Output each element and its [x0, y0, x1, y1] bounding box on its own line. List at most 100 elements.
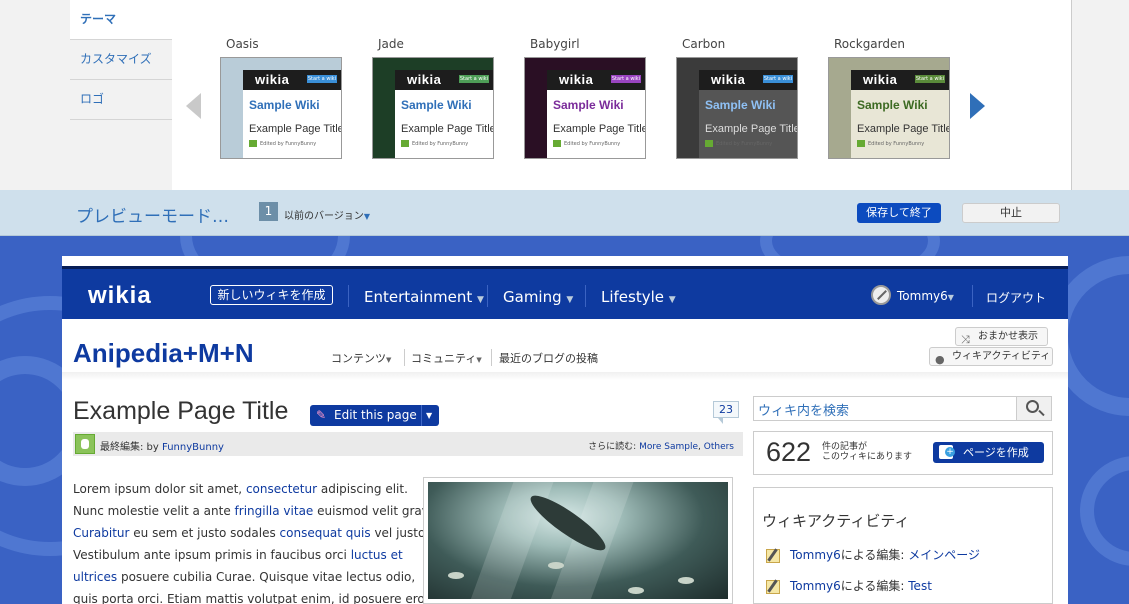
local-nav-community[interactable]: コミュニティ▼: [411, 350, 482, 366]
global-navigation: wikia 新しいウィキを作成 Entertainment ▼ Gaming ▼…: [62, 266, 1068, 319]
local-nav-recent-blog-posts[interactable]: 最近のブログの投稿: [499, 350, 598, 366]
local-nav-divider: [491, 349, 492, 366]
add-page-label: ページを作成: [963, 446, 1029, 459]
thumb-edited-by: Edited by FunnyBunny: [553, 140, 620, 147]
next-themes-arrow-icon[interactable]: [970, 93, 985, 119]
preview-mode-label: プレビューモード…: [76, 207, 229, 227]
chevron-down-icon: ▼: [476, 356, 482, 364]
add-page-button[interactable]: ページを作成: [933, 442, 1044, 463]
see-more-link[interactable]: Others: [704, 442, 734, 452]
theme-option[interactable]: Rockgarden wikia Start a wiki Sample Wiki Ex…: [828, 37, 952, 159]
article-count: 622: [766, 437, 812, 467]
theme-name: Jade: [378, 37, 404, 51]
wiki-activity-button[interactable]: ● ウィキアクティビティ: [929, 347, 1053, 366]
wiki-activity-module: ウィキアクティビティ Tommy6による編集: メインページ Tommy6による…: [753, 487, 1053, 604]
hub-entertainment[interactable]: Entertainment ▼: [364, 288, 484, 306]
body-link[interactable]: ultrices: [73, 570, 117, 584]
wiki-search-input[interactable]: ウィキ内を検索: [753, 396, 1017, 421]
thumb-edited-by: Edited by FunnyBunny: [401, 140, 468, 147]
hub-gaming[interactable]: Gaming ▼: [503, 288, 573, 306]
theme-thumbnail[interactable]: wikia Start a wiki Sample Wiki Example Page…: [372, 57, 494, 159]
panel-gutter-left: [0, 0, 70, 190]
chevron-down-icon: ▼: [386, 356, 392, 364]
last-editor-link[interactable]: FunnyBunny: [162, 442, 224, 453]
see-more-links: さらに読む: More Sample, Others: [588, 439, 734, 452]
body-line: Vestibulum ante ipsum primis in faucibus…: [73, 544, 413, 566]
search-icon: [1026, 400, 1039, 413]
article-count-caption: 件の記事が このウィキにあります: [822, 442, 912, 462]
theme-option[interactable]: Oasis wikia Start a wiki Sample Wiki Example…: [220, 37, 344, 159]
see-more-separator: ,: [698, 442, 701, 452]
body-text: quis porta orci. Etiam mattis volutpat e…: [73, 592, 431, 604]
article-count-line2: このウィキにあります: [822, 452, 913, 462]
thumb-edited-by-label: Edited by FunnyBunny: [564, 141, 621, 147]
wiki-header-divider: [62, 372, 1068, 380]
page-title: Example Page Title: [73, 397, 289, 425]
body-line: Curabitur eu sem et justo sodales conseq…: [73, 522, 429, 544]
theme-option[interactable]: Babygirl wikia Start a wiki Sample Wiki Exam…: [524, 37, 648, 159]
body-text: eu sem et justo sodales: [129, 526, 280, 540]
last-edit-prefix: 最終編集: by: [100, 442, 159, 453]
body-link[interactable]: consectetur: [246, 482, 317, 496]
tab-logo[interactable]: ロゴ: [70, 80, 172, 120]
local-nav-community-label: コミュニティ: [411, 352, 477, 365]
theme-thumbnail[interactable]: wikia Start a wiki Sample Wiki Example Page…: [828, 57, 950, 159]
hub-lifestyle-label: Lifestyle: [601, 288, 665, 306]
create-new-wiki-button[interactable]: 新しいウィキを作成: [210, 285, 333, 305]
theme-thumbnail[interactable]: wikia Start a wiki Sample Wiki Example Page…: [220, 57, 342, 159]
thumb-avatar-icon: [553, 140, 561, 147]
wiki-name[interactable]: Anipedia+M+N: [73, 338, 254, 369]
theme-thumbnail[interactable]: wikia Start a wiki Sample Wiki Example Page…: [676, 57, 798, 159]
editor-avatar[interactable]: [75, 434, 95, 454]
see-more-link[interactable]: More Sample: [639, 442, 698, 452]
body-link[interactable]: fringilla vitae: [235, 504, 314, 518]
wikia-logo[interactable]: wikia: [88, 282, 152, 310]
thumb-start-wiki-button: Start a wiki: [763, 75, 793, 83]
thumb-start-wiki-button: Start a wiki: [611, 75, 641, 83]
edit-this-page-button[interactable]: ✎ Edit this page ▼: [310, 405, 439, 426]
thumb-avatar-icon: [401, 140, 409, 147]
cancel-button[interactable]: 中止: [962, 203, 1060, 223]
theme-thumbnail[interactable]: wikia Start a wiki Sample Wiki Example Page…: [524, 57, 646, 159]
theme-option[interactable]: Jade wikia Start a wiki Sample Wiki Example …: [372, 37, 496, 159]
user-avatar[interactable]: [871, 285, 891, 305]
body-link[interactable]: consequat quis: [280, 526, 371, 540]
thumb-wiki-name: Sample Wiki: [249, 98, 320, 112]
local-nav-contents[interactable]: コンテンツ▼: [331, 350, 391, 366]
body-link[interactable]: Curabitur: [73, 526, 129, 540]
body-link[interactable]: luctus et: [351, 548, 403, 562]
theme-designer-panel: テーマ カスタマイズ ロゴ Oasis wikia Start a wiki Samp…: [0, 0, 1129, 190]
activity-user-link[interactable]: Tommy6: [790, 548, 841, 562]
activity-item: Tommy6による編集: Test: [766, 577, 932, 594]
thumb-page-title: Example Page Title: [553, 123, 646, 135]
body-line: ultrices posuere cubilia Curae. Quisque …: [73, 566, 416, 588]
last-edited-by: 最終編集: by FunnyBunny: [100, 438, 224, 453]
save-and-exit-button[interactable]: 保存して終了: [857, 203, 941, 223]
activity-user-link[interactable]: Tommy6: [790, 579, 841, 593]
theme-option[interactable]: Carbon wikia Start a wiki Sample Wiki Exampl…: [676, 37, 800, 159]
tab-customize[interactable]: カスタマイズ: [70, 40, 172, 80]
logout-link[interactable]: ログアウト: [986, 289, 1046, 306]
edit-icon: [766, 548, 780, 563]
body-text: adipiscing elit.: [317, 482, 408, 496]
hub-gaming-label: Gaming: [503, 288, 562, 306]
chevron-down-icon[interactable]: ▼: [426, 405, 432, 426]
comment-count-bubble[interactable]: 23: [713, 401, 739, 424]
previous-themes-arrow-icon[interactable]: [186, 93, 201, 119]
edit-button-label: Edit this page: [334, 408, 417, 422]
thumb-edited-by-label: Edited by FunnyBunny: [260, 141, 317, 147]
tab-theme[interactable]: テーマ: [70, 0, 172, 40]
article-image[interactable]: [423, 477, 733, 604]
chevron-down-icon: ▼: [668, 295, 676, 305]
random-page-button[interactable]: ⤨ おまかせ表示: [955, 327, 1048, 346]
hub-lifestyle[interactable]: Lifestyle ▼: [601, 288, 676, 306]
search-button[interactable]: [1016, 396, 1052, 421]
activity-page-link[interactable]: メインページ: [908, 548, 980, 562]
previous-versions-menu[interactable]: 以前のバージョン▼: [284, 207, 370, 222]
activity-page-link[interactable]: Test: [908, 579, 932, 593]
chevron-down-icon: ▼: [363, 212, 370, 221]
user-menu[interactable]: Tommy6▼: [897, 289, 954, 303]
see-more-prefix: さらに読む:: [588, 442, 637, 452]
body-text: posuere cubilia Curae. Quisque vitae lec…: [117, 570, 416, 584]
body-line: Nunc molestie velit a ante fringilla vit…: [73, 500, 451, 522]
